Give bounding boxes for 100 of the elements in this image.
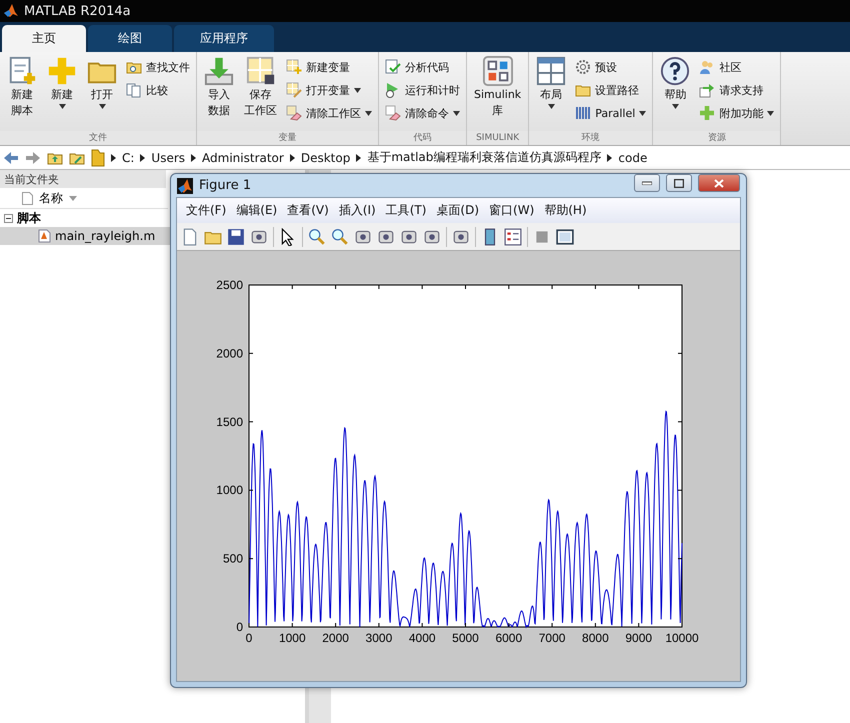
tree-label: main_rayleigh.m	[55, 229, 156, 243]
ribbon-button[interactable]: 清除命令	[383, 103, 462, 123]
y-tick-label: 2000	[216, 346, 243, 360]
ribbon-tab[interactable]: 应用程序	[174, 25, 274, 52]
menu-item[interactable]: 插入(I)	[334, 202, 381, 219]
people-icon	[699, 59, 716, 75]
path-segment[interactable]: 基于matlab编程瑞利衰落信道仿真源码程序	[367, 149, 602, 166]
ribbon-button[interactable]: 设置路径	[573, 80, 648, 100]
ribbon-tab[interactable]: 主页	[2, 25, 86, 52]
ribbon-button[interactable]: 分析代码	[383, 57, 462, 77]
menu-item[interactable]: 编辑(E)	[231, 202, 282, 219]
minimize-button[interactable]	[634, 174, 660, 192]
ribbon-button[interactable]: 新建	[44, 56, 80, 131]
ribbon-button[interactable]: 打开	[84, 56, 120, 131]
pointer-icon	[279, 228, 297, 246]
file-icon	[22, 192, 33, 204]
toolbar-button[interactable]	[504, 228, 522, 246]
ribbon-tab[interactable]: 绘图	[88, 25, 172, 52]
ribbon-button[interactable]: 社区	[697, 57, 776, 77]
window-title: MATLAB R2014a	[24, 4, 131, 18]
ribbon-button[interactable]: 导入 数据	[201, 56, 237, 131]
maximize-icon	[674, 178, 684, 188]
x-tick-label: 5000	[452, 631, 479, 645]
ribbon-button[interactable]: 运行和计时	[383, 80, 462, 100]
legend-icon	[504, 228, 522, 246]
grid-icon	[246, 56, 276, 86]
ribbon-button[interactable]: 新建变量	[284, 57, 374, 77]
ribbon-button[interactable]: 比较	[124, 80, 192, 100]
matlab-logo-icon	[4, 4, 18, 18]
caret-icon	[140, 154, 146, 162]
menu-item[interactable]: 工具(T)	[380, 202, 432, 219]
column-header[interactable]: 名称	[0, 188, 168, 209]
group-label: 代码	[379, 131, 466, 145]
group-label: 变量	[197, 131, 378, 145]
x-tick-label: 2000	[322, 631, 349, 645]
menu-item[interactable]: 文件(F)	[181, 202, 232, 219]
path-segment[interactable]: Desktop	[300, 150, 350, 164]
tree-label: 脚本	[17, 210, 41, 226]
path-segment[interactable]: code	[618, 150, 648, 164]
y-tick-label: 0	[236, 620, 243, 634]
x-tick-label: 1000	[278, 631, 306, 645]
maximize-button[interactable]	[666, 174, 692, 192]
collapse-icon[interactable]	[4, 214, 13, 222]
caret-icon	[290, 154, 295, 162]
ribbon-button[interactable]: 清除工作区	[284, 103, 374, 123]
x-tick-label: 0	[246, 631, 252, 645]
ribbon-button[interactable]: 预设	[573, 57, 648, 77]
plus-icon	[699, 105, 716, 121]
ribbon-button[interactable]: 附加功能	[697, 103, 776, 123]
forward-arrow-icon[interactable]	[25, 150, 41, 164]
x-tick-label: 9000	[625, 631, 652, 645]
toolbar-button[interactable]	[227, 228, 245, 246]
close-icon	[714, 178, 724, 188]
ribbon-button[interactable]: 新建 脚本	[4, 56, 40, 131]
ribbon-button[interactable]: 保存 工作区	[241, 56, 280, 131]
bars-icon	[575, 105, 592, 121]
x-tick-label: 10000	[665, 631, 699, 645]
tree-item[interactable]: 脚本	[0, 209, 170, 227]
checklist-icon	[385, 59, 401, 75]
path-segment[interactable]: C:	[122, 150, 134, 164]
menu-item[interactable]: 桌面(D)	[431, 202, 484, 219]
menu-item[interactable]: 帮助(H)	[539, 202, 592, 219]
eraser-icon	[385, 105, 401, 121]
ribbon-button[interactable]: 请求支持	[697, 80, 776, 100]
sort-caret-icon	[69, 196, 77, 200]
ribbon-button[interactable]: Parallel	[573, 103, 648, 123]
tree-item[interactable]: main_rayleigh.m	[0, 227, 170, 245]
path-segment[interactable]: Administrator	[202, 150, 284, 164]
x-tick-label: 4000	[408, 631, 436, 645]
save-icon	[227, 228, 245, 246]
eraser-icon	[286, 105, 302, 121]
ribbon-button[interactable]: 帮助	[657, 56, 694, 131]
plus-icon	[47, 56, 77, 86]
group-label: SIMULINK	[467, 131, 528, 145]
ribbon-button[interactable]: 打开变量	[284, 80, 374, 100]
toolbar-button[interactable]	[556, 228, 574, 246]
toolbar-button[interactable]	[279, 228, 297, 246]
documents-icon	[126, 82, 142, 98]
ribbon-button[interactable]: Simulink 库	[471, 56, 524, 131]
matlab-logo-icon	[177, 178, 193, 194]
x-tick-label: 6000	[495, 631, 522, 645]
close-button[interactable]	[698, 174, 740, 192]
x-tick-label: 7000	[538, 631, 566, 645]
y-tick-label: 1000	[216, 483, 243, 498]
menu-item[interactable]: 查看(V)	[282, 202, 334, 219]
caret-icon	[356, 154, 362, 162]
ribbon-button[interactable]: 查找文件	[124, 57, 192, 77]
up-folder-icon[interactable]	[47, 150, 63, 164]
ribbon-button[interactable]: 布局	[533, 56, 570, 131]
zoom-in-icon	[308, 228, 326, 246]
back-arrow-icon[interactable]	[3, 150, 19, 164]
path-segment[interactable]: Users	[151, 150, 186, 164]
caret-icon	[111, 154, 116, 162]
menu-item[interactable]: 窗口(W)	[484, 202, 540, 219]
y-tick-label: 1500	[216, 414, 243, 429]
grid-plus-icon	[286, 59, 302, 75]
help-icon	[660, 56, 690, 86]
arrow-icon	[699, 82, 716, 98]
browse-folder-icon[interactable]	[69, 150, 85, 164]
group-label: 资源	[653, 131, 780, 145]
